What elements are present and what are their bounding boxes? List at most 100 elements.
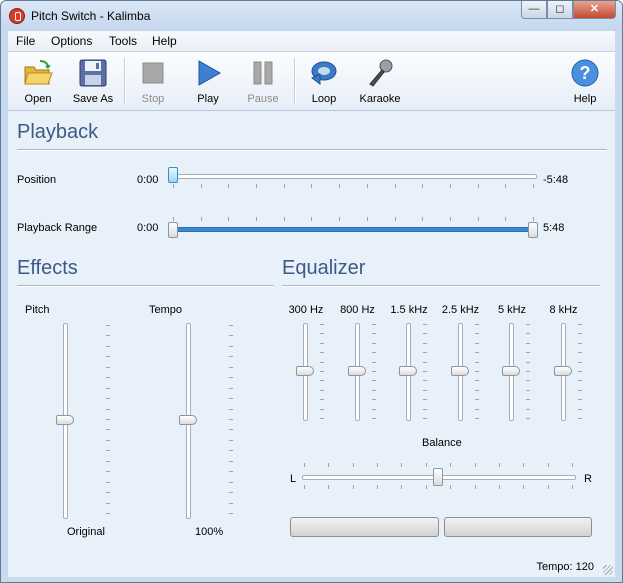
eq-band-tick [320,361,324,363]
slider-tick [106,335,110,337]
slider-tick [106,345,110,347]
pitch-slider-thumb[interactable] [56,415,74,425]
slider-tick [477,217,479,221]
slider-tick [106,460,110,462]
open-button[interactable]: Open [10,56,66,108]
slider-tick [449,184,451,188]
eq-band-slider-thumb[interactable] [502,366,520,376]
slider-tick [256,184,258,188]
slider-tick [106,398,110,400]
position-slider-track[interactable] [171,174,537,179]
eq-band-slider-thumb[interactable] [347,366,366,376]
slider-tick [339,217,341,221]
eq-band-tick [474,333,479,335]
equalizer-left-button[interactable] [290,517,439,537]
slider-tick [523,463,525,467]
eq-band-slider-thumb[interactable] [399,366,417,376]
slider-tick [229,356,233,358]
eq-band-tick [474,389,479,391]
stop-label: Stop [141,93,165,105]
pause-button[interactable]: Pause [235,56,291,108]
equalizer-right-button[interactable] [444,517,592,537]
save-as-button[interactable]: Save As [65,56,121,108]
range-slider-track[interactable] [171,227,537,232]
help-button[interactable]: ? Help [557,56,613,108]
status-tempo: Tempo: 120 [536,561,594,573]
slider-tick [377,463,379,467]
eq-band-tick [474,324,479,325]
menu-options[interactable]: Options [51,34,92,48]
eq-band-tick [577,399,582,401]
slider-tick [229,481,233,483]
slider-tick [106,492,110,494]
karaoke-button[interactable]: Karaoke [352,56,408,108]
slider-tick [229,325,233,326]
slider-tick [229,419,233,420]
eq-band-slider-thumb[interactable] [450,366,469,376]
tempo-slider-thumb[interactable] [179,415,197,425]
slider-tick [450,463,452,467]
stop-button[interactable]: Stop [125,56,181,108]
title-bar[interactable]: Pitch Switch - Kalimba — ◻ ✕ [1,1,622,31]
pitch-label: Pitch [25,304,50,316]
maximize-button[interactable]: ◻ [547,1,573,19]
play-button[interactable]: Play [180,56,236,108]
eq-band-label: 1.5 kHz [390,304,428,316]
eq-band-tick [577,371,582,372]
eq-band-tick [320,389,324,391]
slider-tick [229,460,233,462]
app-icon[interactable] [9,8,25,24]
eq-band-tick [371,389,376,391]
eq-band-tick [423,371,427,372]
slider-tick [256,217,258,221]
effects-title: Effects [17,257,78,279]
karaoke-label: Karaoke [359,93,401,105]
eq-band-tick [423,380,427,382]
eq-band-tick [526,342,530,344]
slider-tick [394,217,396,221]
slider-tick [200,184,202,188]
range-start-thumb[interactable] [168,222,178,238]
position-current-time: 0:00 [137,174,159,186]
slider-tick [523,485,525,489]
eq-band-label: 800 Hz [340,304,375,316]
playback-title: Playback [17,121,99,143]
slider-tick [106,429,110,431]
menu-bar: File Options Tools Help [8,31,615,52]
position-slider-thumb[interactable] [168,167,178,183]
slider-tick [533,217,534,221]
slider-tick [377,485,379,489]
balance-right-label: R [584,473,592,485]
eq-band-tick [526,408,530,410]
slider-tick [106,419,110,420]
close-button[interactable]: ✕ [573,1,616,19]
eq-band-tick [320,352,324,354]
minimize-button[interactable]: — [521,1,547,19]
slider-tick [106,513,110,514]
eq-band-slider-thumb[interactable] [553,366,572,376]
range-end-thumb[interactable] [528,222,538,238]
slider-tick [229,492,233,494]
eq-band-tick [371,418,376,419]
loop-button[interactable]: Loop [296,56,352,108]
eq-band-tick [371,408,376,410]
pause-label: Pause [247,93,279,105]
eq-band-tick [371,324,376,325]
eq-band-slider-thumb[interactable] [296,366,314,376]
range-end-time: 5:48 [543,222,565,234]
eq-band-label: 300 Hz [288,304,324,316]
menu-tools[interactable]: Tools [109,34,137,48]
menu-help[interactable]: Help [152,34,177,48]
eq-band-tick [371,399,376,401]
range-start-time: 0:00 [137,222,159,234]
slider-tick [229,471,233,473]
slider-tick [106,356,110,358]
menu-file[interactable]: File [16,34,35,48]
slider-tick [229,366,233,368]
balance-slider-thumb[interactable] [433,468,443,486]
resize-grip[interactable] [603,565,613,575]
tempo-label: Tempo [149,304,183,316]
equalizer-divider [282,285,600,287]
open-label: Open [24,93,52,105]
window-title: Pitch Switch - Kalimba [31,9,151,23]
